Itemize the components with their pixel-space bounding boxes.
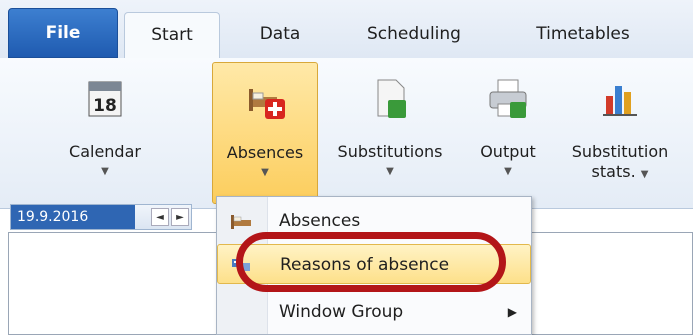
- chevron-down-icon: ▼: [386, 166, 394, 177]
- ribbon-panel: 18 Calendar ▼ Absences ▼ Substitutions ▼: [0, 58, 693, 209]
- date-field[interactable]: 19.9.2016: [11, 205, 135, 229]
- tab-scheduling[interactable]: Scheduling: [340, 12, 488, 58]
- output-label: Output: [480, 142, 536, 161]
- chevron-down-icon: ▼: [101, 166, 109, 177]
- menu-item-reasons-label: Reasons of absence: [280, 255, 450, 275]
- absences-dropdown-menu: Absences Reasons of absence Window Group…: [216, 196, 532, 335]
- menu-item-absences[interactable]: Absences: [217, 201, 531, 241]
- chevron-down-icon: ▼: [261, 167, 269, 178]
- chevron-down-icon: ▼: [504, 166, 512, 177]
- bed-icon: [231, 215, 251, 229]
- next-date-button[interactable]: ►: [171, 208, 189, 226]
- submenu-arrow-icon: ▶: [507, 305, 517, 319]
- printer-icon: [489, 79, 527, 118]
- substitutions-label: Substitutions: [337, 142, 443, 161]
- tab-start[interactable]: Start: [124, 12, 220, 58]
- tab-data[interactable]: Data: [230, 12, 330, 58]
- calendar-icon: 18: [88, 81, 122, 117]
- output-button[interactable]: Output ▼: [462, 62, 554, 204]
- tab-file[interactable]: File: [8, 8, 118, 58]
- stats-label-line1: Substitution: [571, 142, 669, 161]
- calendar-button[interactable]: 18 Calendar ▼: [40, 62, 170, 204]
- absences-button[interactable]: Absences ▼: [212, 62, 318, 204]
- menu-item-reasons-of-absence[interactable]: Reasons of absence: [217, 244, 531, 284]
- menu-item-absences-label: Absences: [279, 211, 361, 231]
- bed-absence-icon: [249, 89, 285, 119]
- date-navigator: 19.9.2016 ◄ ►: [10, 204, 192, 230]
- tab-timetables[interactable]: Timetables: [498, 12, 668, 58]
- ribbon-tab-bar: File Start Data Scheduling Timetables: [0, 0, 693, 59]
- absences-label: Absences: [226, 143, 304, 162]
- chevron-down-icon: ▼: [640, 169, 649, 180]
- substitution-stats-button[interactable]: Substitution stats. ▼: [554, 62, 686, 204]
- reasons-icon: [232, 259, 250, 271]
- substitutions-button[interactable]: Substitutions ▼: [320, 62, 460, 204]
- prev-date-button[interactable]: ◄: [151, 208, 169, 226]
- menu-item-window-group-label: Window Group: [279, 302, 404, 322]
- substitutions-icon: [377, 79, 406, 118]
- svg-text:18: 18: [93, 96, 117, 116]
- stats-label-line2: stats.: [591, 162, 636, 181]
- menu-item-window-group[interactable]: Window Group ▶: [217, 292, 531, 332]
- substitution-stats-label: Substitution stats. ▼: [554, 142, 686, 185]
- calendar-label: Calendar: [69, 142, 141, 161]
- bar-chart-icon: [603, 86, 637, 116]
